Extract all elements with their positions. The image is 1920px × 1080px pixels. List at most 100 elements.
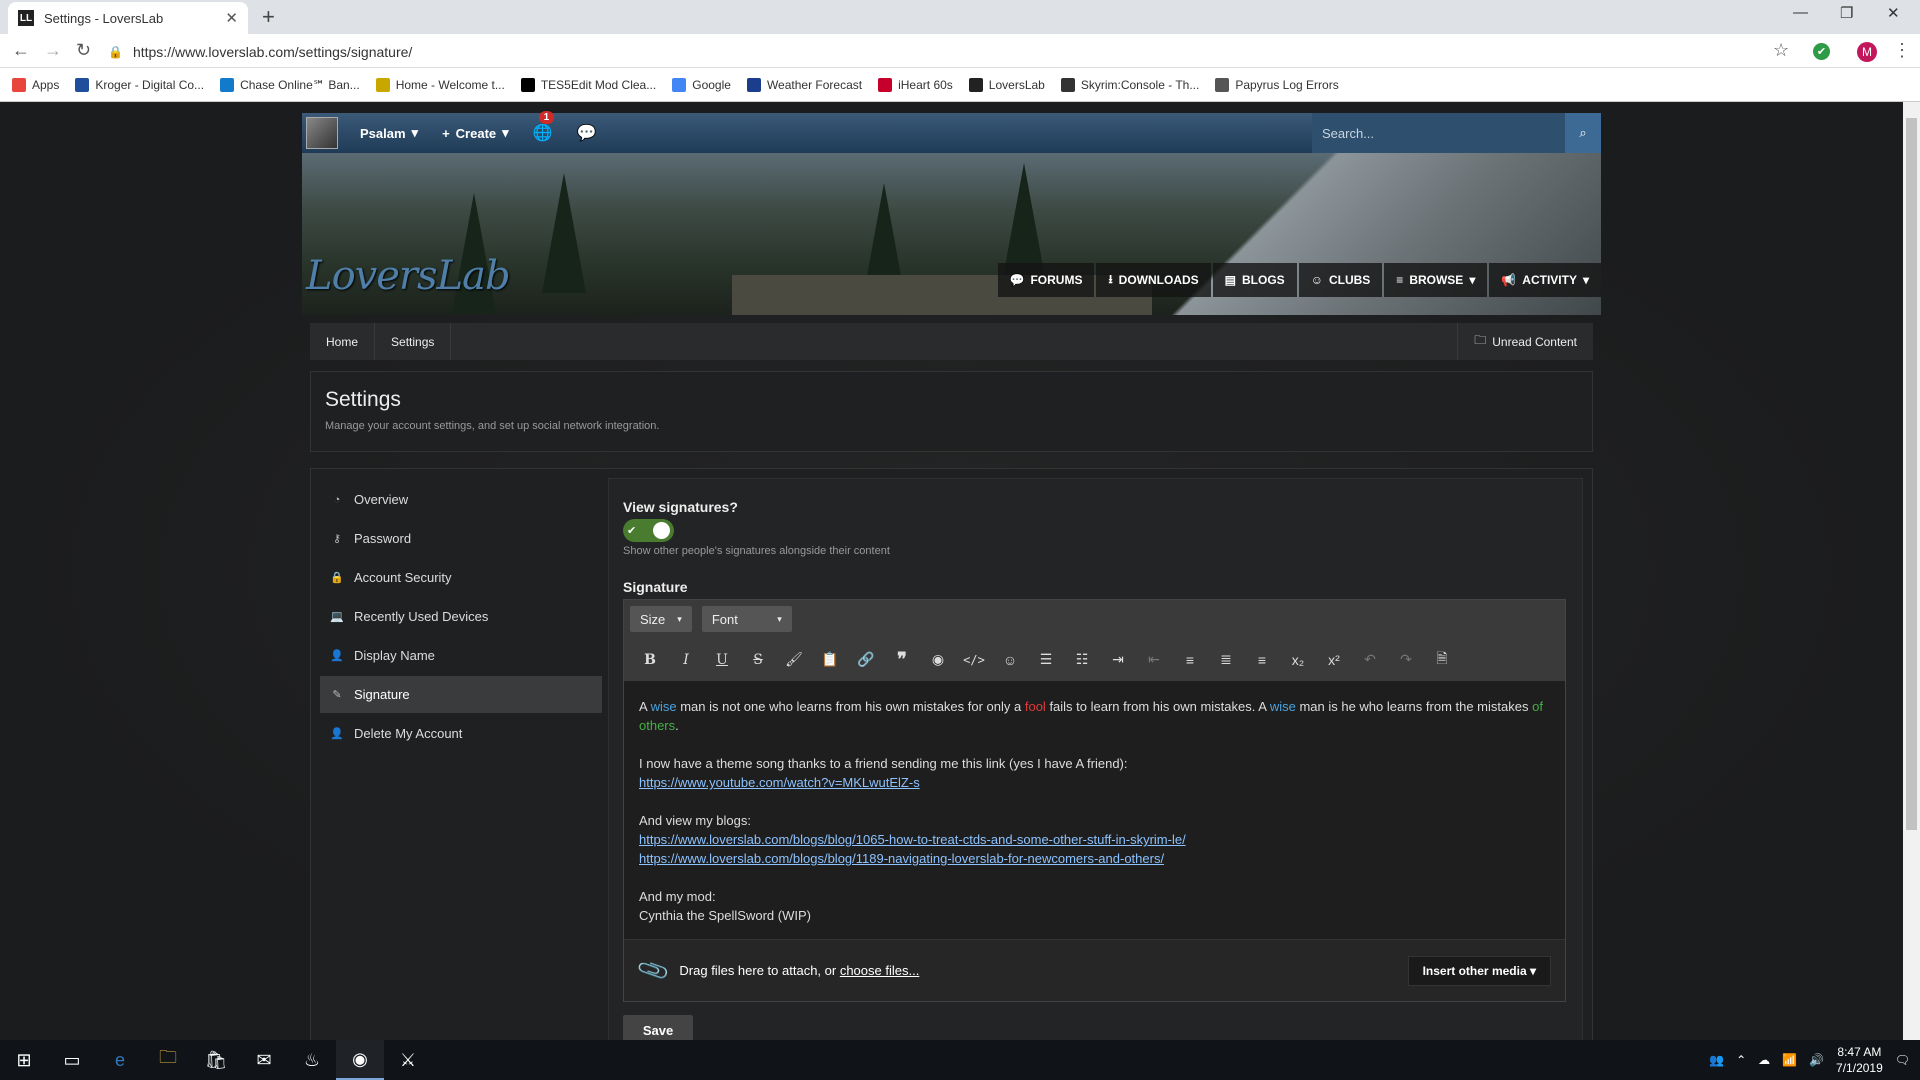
bookmark-item[interactable]: Papyrus Log Errors bbox=[1215, 77, 1339, 92]
site-logo[interactable]: LoversLab bbox=[306, 253, 511, 299]
window-close-icon[interactable]: ✕ bbox=[1887, 4, 1900, 22]
superscript-icon[interactable]: x² bbox=[1316, 652, 1352, 668]
bookmark-item[interactable]: LoversLab bbox=[968, 77, 1045, 92]
bookmark-item[interactable]: Apps bbox=[12, 77, 59, 92]
view-signatures-toggle[interactable]: ✔ bbox=[623, 519, 674, 542]
spoiler-eye-icon[interactable]: ◉ bbox=[920, 651, 956, 668]
sidebar-item-password[interactable]: ⚷ Password bbox=[320, 520, 602, 557]
messages-button[interactable]: 💬 bbox=[565, 113, 609, 153]
attachment-area[interactable]: 📎 Drag files here to attach, or choose f… bbox=[624, 939, 1565, 1001]
chrome-icon[interactable]: ◉ bbox=[336, 1040, 384, 1080]
align-center-icon[interactable]: ≣ bbox=[1208, 651, 1244, 668]
store-icon[interactable]: 🛍 bbox=[192, 1040, 240, 1080]
notifications-button[interactable]: 🌐 1 bbox=[521, 111, 565, 153]
bold-icon[interactable]: B bbox=[632, 652, 668, 668]
emoji-icon[interactable]: ☺ bbox=[992, 652, 1028, 668]
user-menu[interactable]: Psalam ▾ bbox=[348, 113, 430, 153]
undo-icon[interactable]: ↶ bbox=[1352, 651, 1388, 668]
notification-center-icon[interactable]: 🗨 bbox=[1895, 1053, 1910, 1067]
steam-icon[interactable]: ♨ bbox=[288, 1040, 336, 1080]
blog-link[interactable]: https://www.loverslab.com/blogs/blog/106… bbox=[639, 832, 1186, 847]
text-color-icon[interactable]: 🖌 bbox=[776, 651, 812, 668]
task-view-icon[interactable]: ▭ bbox=[48, 1040, 96, 1080]
bookmark-star-icon[interactable]: ☆ bbox=[1773, 40, 1789, 61]
numbered-list-icon[interactable]: ☷ bbox=[1064, 651, 1100, 668]
user-avatar[interactable] bbox=[306, 117, 338, 149]
tab-close-icon[interactable]: ✕ bbox=[225, 9, 238, 27]
subscript-icon[interactable]: x₂ bbox=[1280, 652, 1316, 668]
forward-icon[interactable]: → bbox=[44, 40, 62, 61]
bookmark-item[interactable]: Google bbox=[672, 77, 731, 92]
strikethrough-icon[interactable]: S bbox=[740, 652, 776, 668]
sidebar-item-signature[interactable]: ✎ Signature bbox=[320, 676, 602, 713]
paste-icon[interactable]: 📋 bbox=[812, 651, 848, 668]
extension-check-icon[interactable]: ✔ bbox=[1813, 43, 1830, 60]
breadcrumb-home[interactable]: Home bbox=[310, 323, 376, 360]
bookmark-item[interactable]: TES5Edit Mod Clea... bbox=[520, 77, 656, 92]
new-tab-icon[interactable]: + bbox=[262, 4, 275, 30]
sidebar-item-overview[interactable]: ◔ Overview bbox=[320, 481, 602, 518]
search-input[interactable]: Search... bbox=[1322, 126, 1374, 141]
underline-icon[interactable]: U bbox=[704, 652, 740, 668]
align-right-icon[interactable]: ≡ bbox=[1244, 652, 1280, 668]
bookmark-item[interactable]: iHeart 60s bbox=[878, 77, 953, 92]
nav-browse[interactable]: ≡ BROWSE ▾ bbox=[1384, 263, 1488, 297]
start-windows-icon[interactable]: ⊞ bbox=[0, 1040, 48, 1080]
back-icon[interactable]: ← bbox=[12, 40, 30, 61]
nav-forums[interactable]: 💬 FORUMS bbox=[997, 263, 1095, 297]
bookmark-item[interactable]: Kroger - Digital Co... bbox=[75, 77, 204, 92]
sidebar-item-delete-my-account[interactable]: 👤 Delete My Account bbox=[320, 715, 602, 752]
nav-blogs[interactable]: ▤ BLOGS bbox=[1212, 263, 1297, 297]
restore-icon[interactable]: ❐ bbox=[1840, 4, 1853, 22]
code-icon[interactable]: </> bbox=[956, 653, 992, 667]
wifi-icon[interactable]: 📶 bbox=[1782, 1053, 1797, 1067]
chevron-up-icon[interactable]: ⌃ bbox=[1736, 1053, 1746, 1067]
redo-icon[interactable]: ↷ bbox=[1388, 651, 1424, 668]
outdent-icon[interactable]: ⇤ bbox=[1136, 651, 1172, 668]
search-icon[interactable]: ⌕ bbox=[1565, 113, 1601, 153]
signature-editor-body[interactable]: A wise man is not one who learns from hi… bbox=[624, 681, 1565, 939]
sidebar-item-account-security[interactable]: 🔒 Account Security bbox=[320, 559, 602, 596]
clock[interactable]: 8:47 AM 7/1/2019 bbox=[1836, 1044, 1883, 1076]
blog-link[interactable]: https://www.loverslab.com/blogs/blog/118… bbox=[639, 851, 1164, 866]
url-field[interactable]: 🔒 https://www.loverslab.com/settings/sig… bbox=[108, 39, 1788, 65]
bookmark-item[interactable]: Weather Forecast bbox=[746, 77, 862, 92]
insert-media-button[interactable]: Insert other media ▾ bbox=[1407, 955, 1551, 986]
reload-icon[interactable]: ↻ bbox=[76, 40, 91, 61]
align-left-icon[interactable]: ≡ bbox=[1172, 652, 1208, 668]
italic-icon[interactable]: I bbox=[668, 652, 704, 668]
font-dropdown[interactable]: Font ▾ bbox=[701, 606, 792, 632]
create-menu[interactable]: + Create ▾ bbox=[430, 113, 521, 153]
bookmark-item[interactable]: Home - Welcome t... bbox=[375, 77, 505, 92]
bookmark-item[interactable]: Skyrim:Console - Th... bbox=[1060, 77, 1199, 92]
nav-downloads[interactable]: ⭳ DOWNLOADS bbox=[1096, 263, 1211, 297]
onedrive-cloud-icon[interactable]: ☁ bbox=[1758, 1053, 1770, 1067]
sidebar-item-display-name[interactable]: 👤 Display Name bbox=[320, 637, 602, 674]
youtube-link[interactable]: https://www.youtube.com/watch?v=MKLwutEl… bbox=[639, 775, 920, 790]
size-dropdown[interactable]: Size ▾ bbox=[630, 606, 692, 632]
unread-content-link[interactable]: 🗀 Unread Content bbox=[1457, 323, 1593, 360]
people-icon[interactable]: 👥 bbox=[1709, 1053, 1724, 1067]
nav-activity[interactable]: 📢 ACTIVITY ▾ bbox=[1489, 263, 1601, 297]
profile-avatar[interactable]: M bbox=[1857, 42, 1877, 62]
bulleted-list-icon[interactable]: ☰ bbox=[1028, 651, 1064, 668]
file-explorer-icon[interactable]: 🗀 bbox=[144, 1040, 192, 1080]
game-app-icon[interactable]: ⚔ bbox=[384, 1040, 432, 1080]
source-document-icon[interactable]: 🗎 bbox=[1424, 648, 1460, 672]
scrollbar-thumb[interactable] bbox=[1906, 118, 1917, 830]
bookmark-item[interactable]: Chase Online℠ Ban... bbox=[220, 77, 360, 92]
edge-browser-icon[interactable]: e bbox=[96, 1040, 144, 1080]
mail-icon[interactable]: ✉ bbox=[240, 1040, 288, 1080]
choose-files-link[interactable]: choose files... bbox=[840, 963, 920, 978]
link-icon[interactable]: 🔗 bbox=[848, 651, 884, 668]
sidebar-item-recently-used-devices[interactable]: 💻 Recently Used Devices bbox=[320, 598, 602, 635]
nav-clubs[interactable]: ☺ CLUBS bbox=[1298, 263, 1383, 297]
volume-icon[interactable]: 🔊 bbox=[1809, 1053, 1824, 1067]
quote-icon[interactable]: ❞ bbox=[884, 649, 920, 670]
menu-kebab-icon[interactable]: ⋮ bbox=[1893, 40, 1911, 61]
browser-tab[interactable]: LL Settings - LoversLab ✕ bbox=[8, 2, 248, 34]
minimize-icon[interactable]: — bbox=[1793, 4, 1808, 21]
breadcrumb-settings[interactable]: Settings bbox=[375, 323, 452, 360]
site-search[interactable]: Search... ⌕ bbox=[1312, 113, 1601, 153]
indent-icon[interactable]: ⇥ bbox=[1100, 651, 1136, 668]
